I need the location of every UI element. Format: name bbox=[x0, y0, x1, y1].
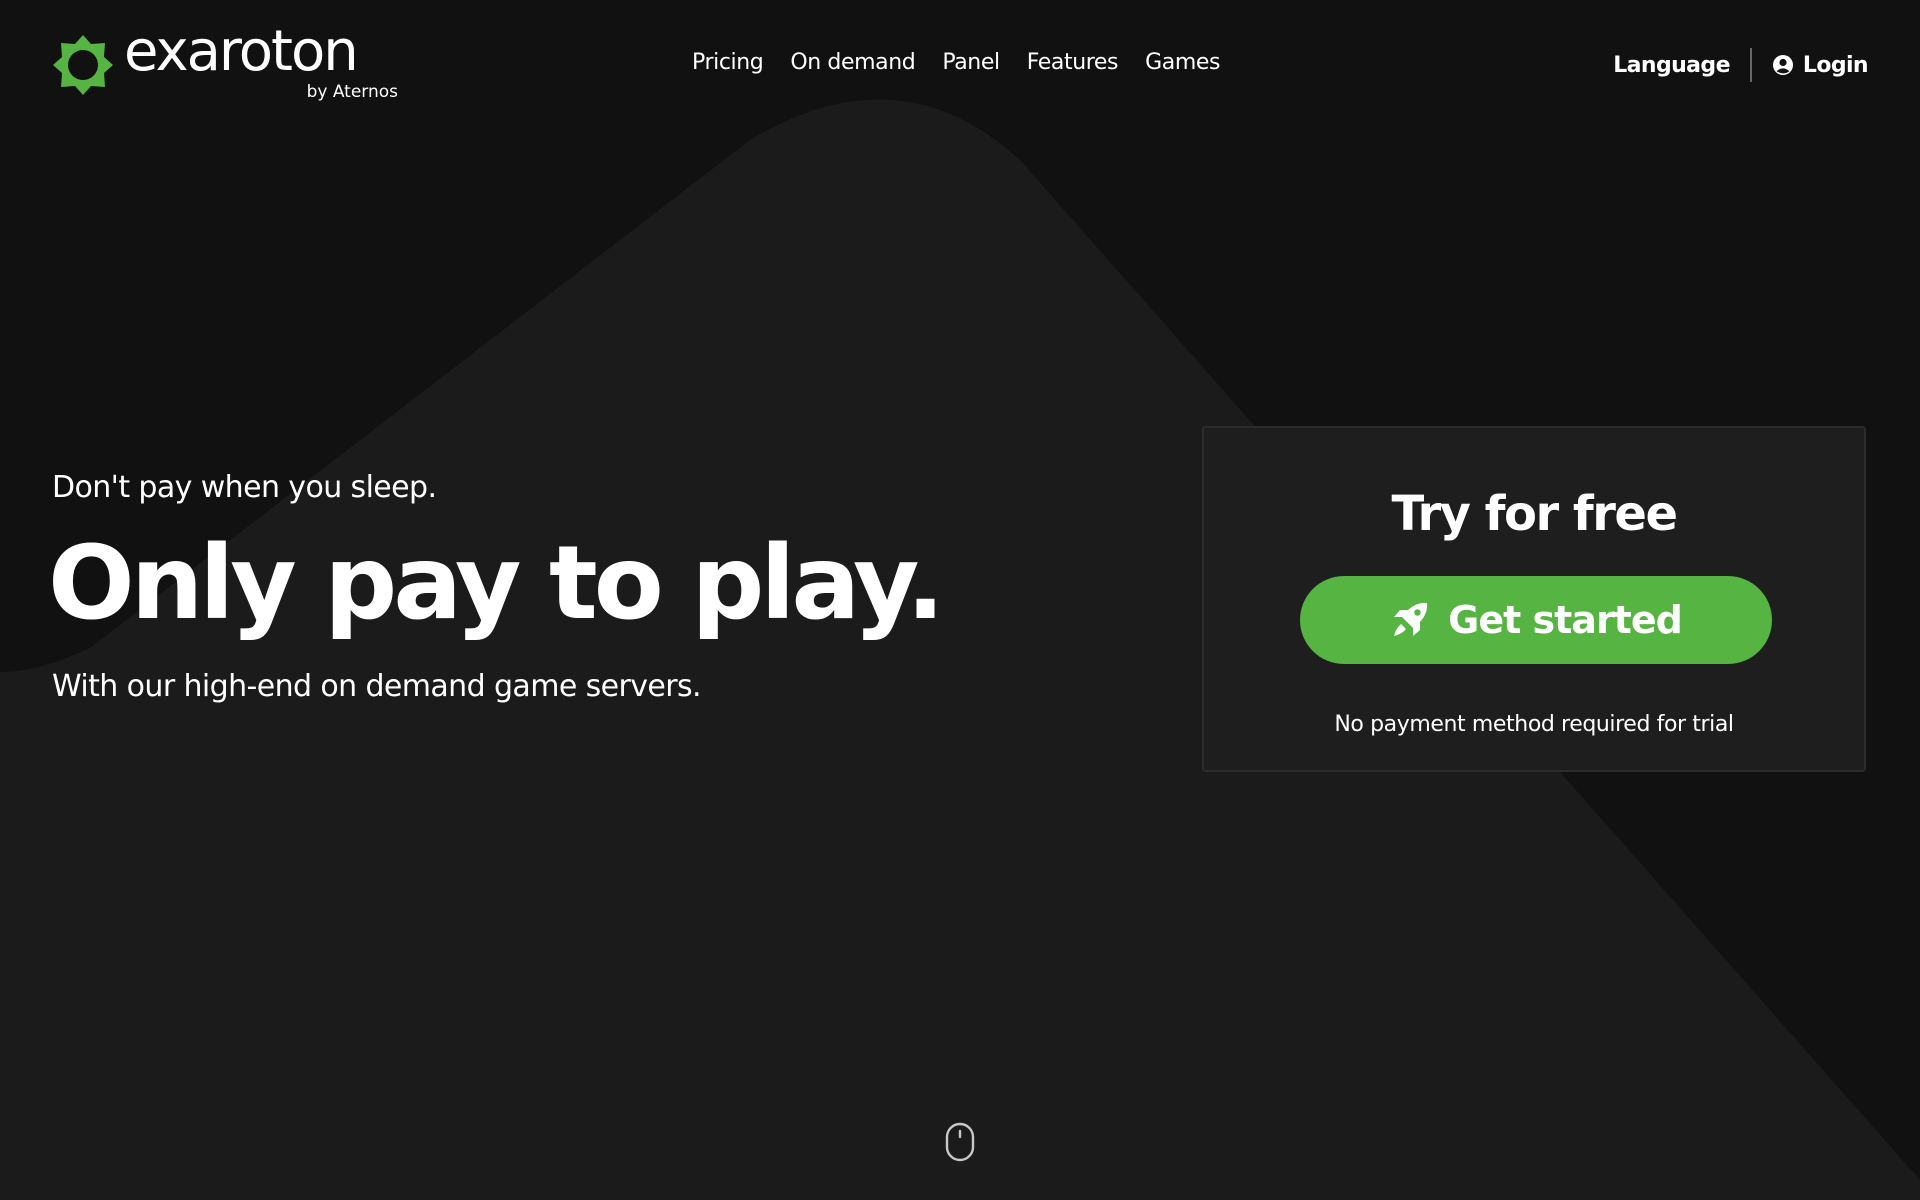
user-circle-icon bbox=[1772, 55, 1793, 75]
hero-subline: With our high-end on demand game servers… bbox=[52, 669, 702, 704]
exaroton-logo-icon bbox=[53, 35, 113, 95]
nav-item-features[interactable]: Features bbox=[1027, 50, 1119, 75]
trial-card: Try for free Get started No payment meth… bbox=[1202, 426, 1866, 772]
logo-wordmark: exaroton bbox=[124, 19, 359, 84]
hero-headline: Only pay to play. bbox=[48, 524, 945, 643]
mouse-scroll-icon[interactable] bbox=[945, 1122, 975, 1162]
logo-byline: by Aternos bbox=[306, 82, 398, 102]
nav-item-pricing[interactable]: Pricing bbox=[692, 50, 764, 75]
trial-note: No payment method required for trial bbox=[1334, 712, 1734, 737]
site-header: exaroton by Aternos Pricing On demand Pa… bbox=[0, 0, 1920, 130]
hero-section: Don't pay when you sleep. Only pay to pl… bbox=[48, 470, 945, 704]
get-started-button[interactable]: Get started bbox=[1300, 576, 1772, 664]
trial-title: Try for free bbox=[1391, 486, 1678, 542]
page: exaroton by Aternos Pricing On demand Pa… bbox=[0, 0, 1920, 1200]
language-button[interactable]: Language bbox=[1613, 53, 1730, 78]
get-started-label: Get started bbox=[1448, 598, 1683, 642]
main-nav: Pricing On demand Panel Features Games bbox=[692, 50, 1220, 75]
exaroton-logo[interactable]: exaroton by Aternos bbox=[50, 24, 398, 110]
hero-tagline: Don't pay when you sleep. bbox=[52, 470, 437, 505]
login-button[interactable]: Login bbox=[1772, 52, 1869, 78]
nav-divider bbox=[1749, 48, 1752, 82]
account-nav: Language Login bbox=[1613, 48, 1869, 82]
nav-item-games[interactable]: Games bbox=[1145, 50, 1220, 75]
rocket-icon bbox=[1394, 602, 1428, 636]
login-label: Login bbox=[1802, 52, 1869, 78]
nav-item-panel[interactable]: Panel bbox=[942, 50, 1000, 75]
nav-item-on-demand[interactable]: On demand bbox=[790, 50, 915, 75]
